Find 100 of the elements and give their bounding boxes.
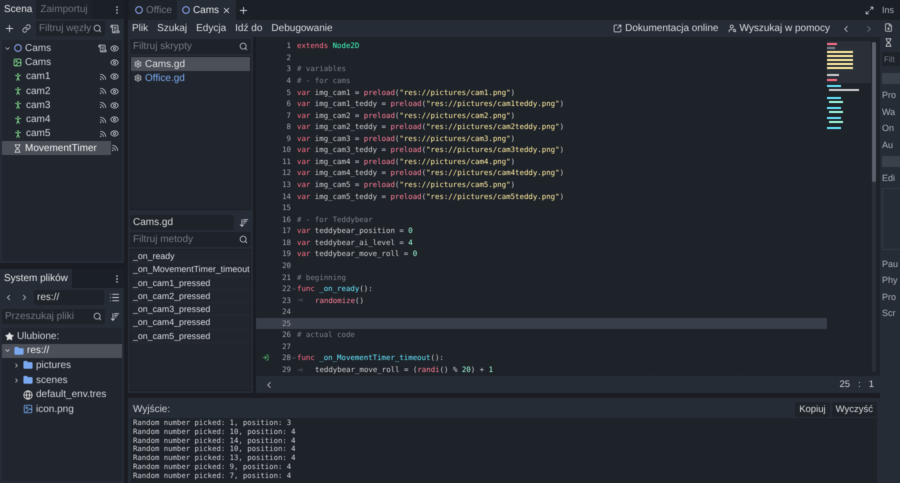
tree-item[interactable]: cam4 bbox=[2, 112, 99, 127]
tree-item[interactable]: res:// bbox=[2, 344, 122, 358]
search-icon bbox=[93, 312, 102, 321]
output-button[interactable]: Kopiuj bbox=[795, 402, 830, 416]
folder-icon bbox=[23, 375, 33, 386]
menu-item[interactable]: Idź do bbox=[235, 23, 262, 34]
tree-item[interactable]: MovementTimer bbox=[2, 141, 111, 156]
signal-icon[interactable] bbox=[99, 72, 107, 81]
figure-icon bbox=[13, 86, 23, 96]
dock-tab[interactable]: System plików bbox=[0, 269, 72, 288]
tree-item[interactable]: cam1 bbox=[2, 70, 99, 84]
cursor-column: 1 bbox=[868, 379, 874, 390]
circle-icon bbox=[135, 6, 143, 14]
caret-icon[interactable] bbox=[4, 44, 11, 52]
tree-item[interactable]: Cams bbox=[2, 55, 110, 70]
method-item[interactable]: _on_cam4_pressed bbox=[131, 316, 250, 330]
hourglass-icon bbox=[13, 144, 22, 153]
eye-icon[interactable] bbox=[110, 115, 119, 124]
signal-icon[interactable] bbox=[99, 116, 107, 124]
search-field[interactable]: Przeszukaj pliki bbox=[2, 309, 105, 324]
tree-item[interactable]: Cams bbox=[2, 41, 98, 56]
tree-item[interactable]: cam2 bbox=[2, 84, 99, 98]
folder-icon bbox=[23, 360, 33, 370]
tree-item[interactable]: default_env.tres bbox=[2, 387, 122, 402]
eye-icon[interactable] bbox=[110, 100, 119, 110]
eye-icon[interactable] bbox=[110, 58, 119, 67]
script-tab[interactable]: Cams bbox=[176, 0, 236, 20]
gear-icon bbox=[134, 74, 142, 82]
dock-tab[interactable]: Ins bbox=[880, 0, 900, 20]
property-label: On bbox=[881, 122, 896, 136]
menu-item[interactable]: Edycja bbox=[196, 23, 226, 34]
link-icon[interactable] bbox=[20, 24, 33, 33]
file-icon[interactable] bbox=[884, 23, 893, 32]
filter-field[interactable]: Filt bbox=[882, 52, 900, 66]
search-icon bbox=[239, 42, 248, 51]
caret-icon[interactable] bbox=[4, 347, 11, 354]
signal-connection-icon[interactable] bbox=[262, 354, 269, 362]
method-item[interactable]: _on_cam1_pressed bbox=[131, 276, 250, 290]
property-label: Pau bbox=[881, 258, 900, 271]
gear-icon bbox=[134, 60, 142, 68]
method-item[interactable]: _on_cam3_pressed bbox=[131, 303, 250, 316]
sort-icon[interactable] bbox=[108, 312, 122, 322]
tree-item[interactable]: icon.png bbox=[2, 402, 122, 417]
property-label: Scr bbox=[881, 307, 896, 320]
script-name-field: Cams.gd bbox=[130, 215, 234, 230]
script-icon[interactable] bbox=[108, 24, 122, 34]
menu-item[interactable]: Plik bbox=[132, 23, 148, 34]
filter-field[interactable]: Filtruj metody bbox=[130, 232, 251, 247]
menu-item[interactable]: Szukaj bbox=[157, 23, 188, 34]
help-button[interactable]: Wyszukaj w pomocy bbox=[728, 23, 830, 34]
cursor-line: 25 bbox=[839, 379, 850, 390]
property-label: Edi bbox=[881, 172, 896, 186]
eye-icon[interactable] bbox=[110, 72, 119, 82]
method-item[interactable]: _on_cam5_pressed bbox=[131, 330, 250, 344]
eye-icon[interactable] bbox=[110, 44, 119, 53]
signal-icon[interactable] bbox=[99, 87, 107, 96]
output-title: Wyjście: bbox=[133, 404, 172, 414]
tree-item[interactable]: cam5 bbox=[2, 126, 99, 142]
caret-icon[interactable] bbox=[13, 362, 20, 369]
search-icon bbox=[93, 24, 102, 33]
external-link-icon bbox=[613, 24, 622, 33]
filter-field[interactable]: Filtruj węzły bbox=[36, 21, 105, 36]
circle-icon bbox=[14, 44, 22, 52]
figure-icon bbox=[13, 72, 23, 82]
figure-icon bbox=[13, 100, 23, 110]
cursor-separator: : bbox=[858, 379, 861, 390]
close-icon[interactable] bbox=[222, 6, 232, 14]
hourglass-icon bbox=[884, 38, 893, 47]
search-icon bbox=[728, 24, 736, 33]
circle-icon bbox=[182, 6, 190, 14]
image-icon bbox=[23, 404, 33, 414]
star-icon bbox=[5, 332, 14, 341]
dock-tab[interactable]: Scena bbox=[0, 0, 36, 19]
figure-icon bbox=[13, 114, 23, 125]
property-label: Phy bbox=[881, 274, 899, 288]
signal-icon[interactable] bbox=[99, 101, 107, 110]
method-item[interactable]: _on_MovementTimer_timeout bbox=[131, 263, 250, 277]
path-field[interactable]: res:// bbox=[34, 290, 104, 305]
help-button[interactable]: Dokumentacja online bbox=[613, 23, 718, 34]
eye-icon[interactable] bbox=[110, 86, 119, 96]
folder-icon bbox=[14, 346, 24, 356]
script-icon[interactable] bbox=[98, 44, 107, 53]
caret-icon[interactable] bbox=[13, 376, 20, 384]
eye-icon[interactable] bbox=[110, 129, 119, 138]
menu-item[interactable]: Debugowanie bbox=[271, 23, 333, 34]
tree-item[interactable]: scenes bbox=[2, 372, 122, 388]
method-item[interactable]: _on_ready bbox=[131, 250, 250, 264]
signal-icon[interactable] bbox=[99, 130, 107, 138]
tree-item[interactable]: cam3 bbox=[2, 98, 99, 112]
figure-icon bbox=[13, 128, 23, 139]
signal-icon[interactable] bbox=[111, 144, 119, 152]
property-label: Pro bbox=[881, 89, 898, 102]
filter-field[interactable]: Filtruj skrypty bbox=[130, 39, 251, 54]
property-label: Wa bbox=[881, 106, 896, 119]
tree-item[interactable]: pictures bbox=[2, 358, 122, 373]
method-item[interactable]: _on_cam2_pressed bbox=[131, 290, 250, 304]
property-label: Au bbox=[881, 138, 894, 152]
script-item[interactable]: Cams.gd bbox=[131, 57, 250, 71]
output-button[interactable]: Wyczyść bbox=[832, 402, 877, 416]
script-item[interactable]: Office.gd bbox=[131, 71, 250, 85]
